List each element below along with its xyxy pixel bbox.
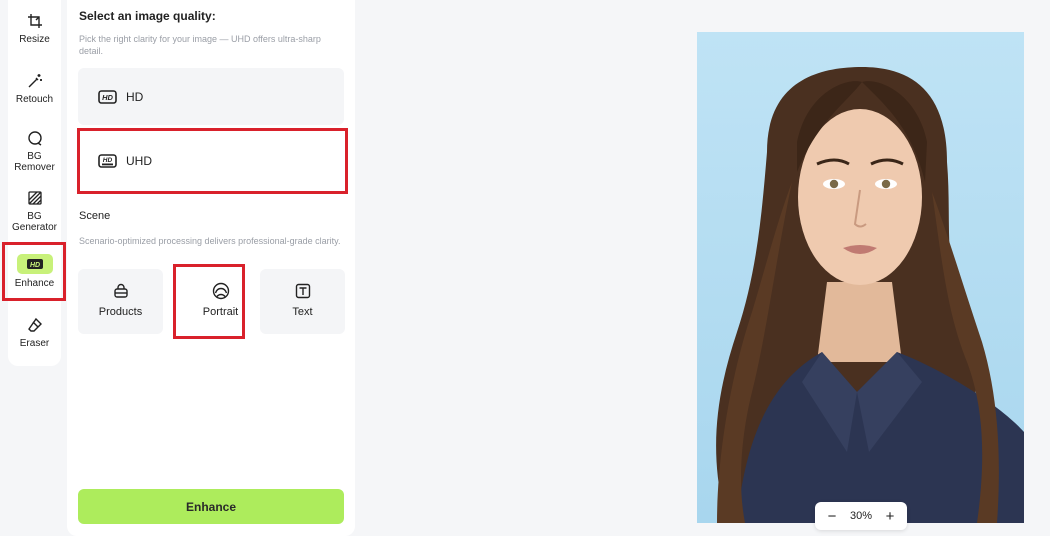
quality-description: Pick the right clarity for your image — … [79,34,321,56]
quality-option-hd[interactable]: HD HD [78,68,344,125]
scene-description: Scenario-optimized processing delivers p… [79,236,341,246]
tool-retouch-label: Retouch [15,94,54,105]
tool-bg-generator-label: BG Generator [11,211,58,233]
quality-title: Select an image quality: [79,9,216,23]
zoom-out-button[interactable]: − [825,508,839,525]
tool-rail: Resize Retouch BG Remover BG Generator H… [8,0,61,366]
bag-icon [112,282,130,300]
face-icon [212,282,230,300]
tool-resize[interactable]: Resize [8,12,61,45]
uhd-badge-icon: HD [98,153,117,168]
scene-option-text-label: Text [292,306,313,318]
hd-badge-icon: HD [98,89,117,104]
tool-eraser-label: Eraser [19,338,50,349]
svg-text:HD: HD [102,93,113,102]
scene-option-products[interactable]: Products [78,269,163,334]
quality-option-uhd-label: UHD [126,153,152,168]
magic-wand-icon [26,72,44,90]
scene-option-products-label: Products [98,306,143,318]
portrait-photo [697,32,1024,523]
scene-option-text[interactable]: Text [260,269,345,334]
bg-generator-icon [26,189,44,207]
tool-enhance[interactable]: HD Enhance [8,254,61,289]
eraser-icon [26,316,44,334]
svg-text:HD: HD [103,157,113,164]
enhance-button[interactable]: Enhance [78,489,344,524]
text-icon [294,282,312,300]
zoom-control: − 30% + [815,502,907,530]
tool-enhance-label: Enhance [14,278,55,289]
tool-resize-label: Resize [19,34,50,45]
tool-retouch[interactable]: Retouch [8,72,61,105]
scene-title: Scene [79,210,111,222]
settings-panel: Select an image quality: Pick the right … [67,0,355,536]
hd-icon: HD [16,254,53,274]
zoom-level: 30% [849,510,873,522]
scene-option-portrait-label: Portrait [202,306,239,318]
tool-bg-generator[interactable]: BG Generator [8,189,61,233]
tool-eraser[interactable]: Eraser [8,316,61,349]
quality-option-hd-label: HD [126,89,144,104]
tool-bg-remover-label: BG Remover [14,151,55,173]
crop-icon [26,12,44,30]
quality-option-uhd[interactable]: HD UHD [78,132,344,189]
tool-bg-remover[interactable]: BG Remover [8,129,61,173]
zoom-in-button[interactable]: + [883,508,897,525]
bg-remover-icon [26,129,44,147]
scene-option-portrait[interactable]: Portrait [178,269,263,334]
svg-text:HD: HD [29,262,39,269]
